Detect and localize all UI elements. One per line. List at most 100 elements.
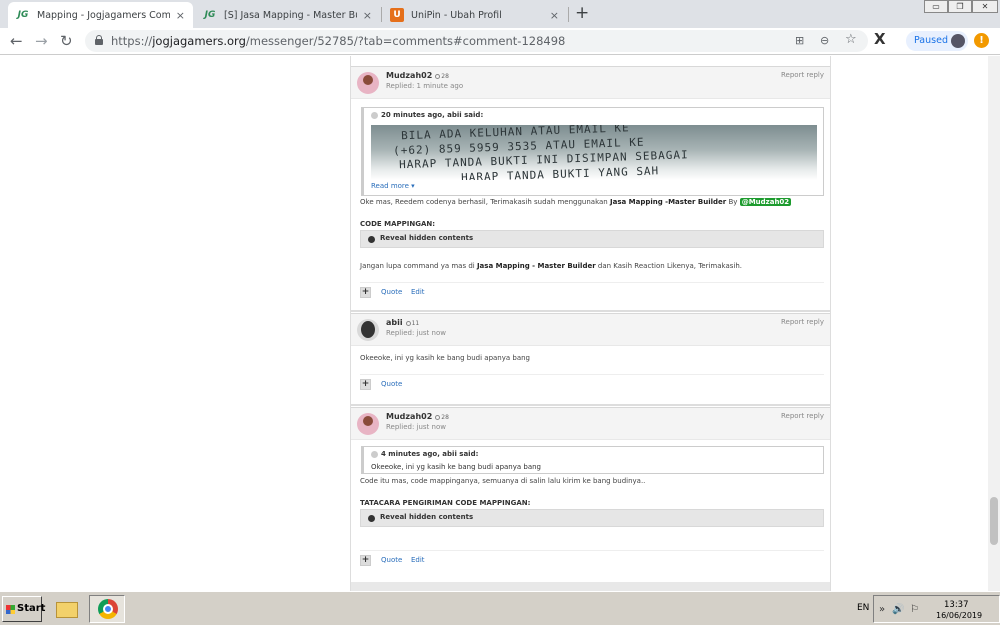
chrome-taskbar-button[interactable]	[89, 595, 125, 623]
quote-header: 20 minutes ago, abii said:	[371, 111, 483, 119]
lock-icon[interactable]	[95, 35, 103, 45]
author-name[interactable]: Mudzah02 28	[386, 412, 449, 421]
reputation-badge: 28	[435, 414, 449, 421]
tab-title: UniPin - Ubah Profil	[411, 9, 502, 21]
post-header: Mudzah02 28 Replied: 1 minute ago Report …	[351, 66, 830, 99]
report-reply-link[interactable]: Report reply	[781, 71, 824, 79]
clock-date[interactable]: 16/06/2019	[936, 611, 982, 620]
action-center-flag-icon[interactable]: ⚐	[910, 604, 919, 615]
quote-text: Okeeoke, ini yg kasih ke bang budi apany…	[371, 463, 542, 471]
reply-time: Replied: just now	[386, 329, 446, 337]
back-button[interactable]: ←	[10, 32, 23, 50]
quote-icon	[371, 450, 378, 458]
zoom-icon[interactable]: ⊖	[820, 34, 829, 47]
post-header: Mudzah02 28 Replied: just now Report repl…	[351, 407, 830, 440]
post-header: abii 11 Replied: just now Report reply	[351, 313, 830, 346]
volume-icon[interactable]: 🔊	[892, 604, 904, 615]
tab-separator	[568, 7, 569, 22]
read-more-link[interactable]: Read more ▾	[371, 182, 415, 190]
tab-jasa-mapping[interactable]: JG [S] Jasa Mapping - Master Builders ×	[195, 2, 380, 28]
language-indicator[interactable]: EN	[857, 603, 869, 613]
unipin-favicon-icon: U	[390, 8, 404, 22]
post-divider	[351, 404, 830, 406]
quote-icon	[371, 111, 378, 119]
section-title: CODE MAPPINGAN:	[360, 220, 436, 228]
jogjagamers-favicon-icon: JG	[204, 10, 216, 20]
user-mention[interactable]: @Mudzah02	[739, 198, 792, 206]
avatar[interactable]	[357, 319, 379, 341]
tab-close-icon[interactable]: ×	[550, 9, 559, 22]
react-plus-button[interactable]: +	[360, 555, 371, 566]
folder-icon	[56, 602, 78, 618]
next-post-edge	[351, 582, 830, 591]
reply-time: Replied: 1 minute ago	[386, 82, 464, 90]
restore-button[interactable]: ❐	[948, 0, 972, 13]
avatar[interactable]	[357, 72, 379, 94]
paused-label: Paused	[914, 35, 948, 46]
reputation-badge: 28	[435, 73, 449, 80]
tab-close-icon[interactable]: ×	[363, 9, 372, 22]
extension-x-icon[interactable]: X	[874, 30, 886, 48]
reply-time: Replied: just now	[386, 423, 446, 431]
post-message: Okeeoke, ini yg kasih ke bang budi apany…	[360, 354, 531, 362]
show-hidden-icons-icon[interactable]: »	[879, 604, 885, 615]
taskbar: Start EN » 🔊 ⚐ 13:37 16/06/2019	[0, 591, 1000, 625]
reputation-badge: 11	[405, 320, 419, 327]
page-viewport: Mudzah02 28 Replied: 1 minute ago Report …	[0, 56, 988, 591]
reveal-hidden-contents-button[interactable]: Reveal hidden contents	[360, 230, 824, 248]
post-divider	[351, 310, 830, 312]
quote-block: 20 minutes ago, abii said: BILA ADA KELU…	[361, 107, 824, 196]
avatar[interactable]	[357, 413, 379, 435]
comment-thread: Mudzah02 28 Replied: 1 minute ago Report …	[350, 56, 831, 591]
tab-close-icon[interactable]: ×	[176, 9, 185, 22]
url-text[interactable]: https://jogjagamers.org/messenger/52785/…	[111, 34, 565, 48]
post-message: Oke mas, Reedem codenya berhasil, Terima…	[360, 198, 792, 206]
tab-bar: JG Mapping - Jogjagamers Community × JG …	[0, 0, 1000, 28]
quote-button[interactable]: Quote	[381, 556, 402, 564]
react-plus-button[interactable]: +	[360, 379, 371, 390]
author-name[interactable]: Mudzah02 28	[386, 71, 449, 80]
quote-block: 4 minutes ago, abii said: Okeeoke, ini y…	[361, 446, 824, 474]
react-plus-button[interactable]: +	[360, 287, 371, 298]
reveal-hidden-contents-button[interactable]: Reveal hidden contents	[360, 509, 824, 527]
post-actions: + Quote Edit	[360, 282, 824, 298]
author-name[interactable]: abii 11	[386, 318, 419, 327]
clock-time[interactable]: 13:37	[944, 600, 969, 610]
system-tray: » 🔊 ⚐ 13:37 16/06/2019	[873, 595, 1000, 623]
reveal-icon	[368, 515, 375, 522]
quote-header: 4 minutes ago, abii said:	[371, 450, 478, 458]
quote-button[interactable]: Quote	[381, 380, 402, 388]
close-window-button[interactable]: ✕	[972, 0, 998, 13]
minimize-button[interactable]: ▭	[924, 0, 948, 13]
profile-avatar	[951, 34, 965, 48]
windows-logo-icon	[6, 605, 15, 614]
reload-button[interactable]: ↻	[60, 32, 73, 50]
post-closing-message: Jangan lupa command ya mas di Jasa Mappi…	[360, 262, 743, 270]
start-button[interactable]: Start	[2, 596, 45, 622]
forward-button[interactable]: →	[35, 32, 48, 50]
reveal-icon	[368, 236, 375, 243]
tab-jogjagamers-mapping[interactable]: JG Mapping - Jogjagamers Community ×	[8, 2, 193, 28]
quote-button[interactable]: Quote	[381, 288, 402, 296]
tab-title: Mapping - Jogjagamers Community	[37, 9, 170, 21]
file-explorer-taskbar-button[interactable]	[52, 595, 82, 623]
edit-button[interactable]: Edit	[411, 556, 425, 564]
section-title: TATACARA PENGIRIMAN CODE MAPPINGAN:	[360, 499, 531, 507]
post-message: Code itu mas, code mappinganya, semuanya…	[360, 477, 646, 485]
report-reply-link[interactable]: Report reply	[781, 318, 824, 326]
post-actions: + Quote Edit	[360, 550, 824, 566]
post-actions: + Quote	[360, 374, 824, 390]
menu-warning-icon[interactable]: !	[974, 33, 989, 48]
edit-button[interactable]: Edit	[411, 288, 425, 296]
chrome-icon	[98, 599, 118, 619]
tab-unipin[interactable]: U UniPin - Ubah Profil ×	[382, 2, 567, 28]
jogjagamers-favicon-icon: JG	[17, 10, 29, 20]
profile-paused-button[interactable]: Paused	[906, 31, 968, 51]
scrollbar-thumb[interactable]	[990, 497, 998, 545]
bookmark-star-icon[interactable]: ☆	[845, 32, 857, 47]
report-reply-link[interactable]: Report reply	[781, 412, 824, 420]
address-bar[interactable]: https://jogjagamers.org/messenger/52785/…	[85, 30, 868, 52]
new-tab-button[interactable]: +	[575, 3, 589, 23]
browser-toolbar: ← → ↻ https://jogjagamers.org/messenger/…	[0, 28, 1000, 55]
translate-icon[interactable]: ⊞	[795, 34, 804, 47]
